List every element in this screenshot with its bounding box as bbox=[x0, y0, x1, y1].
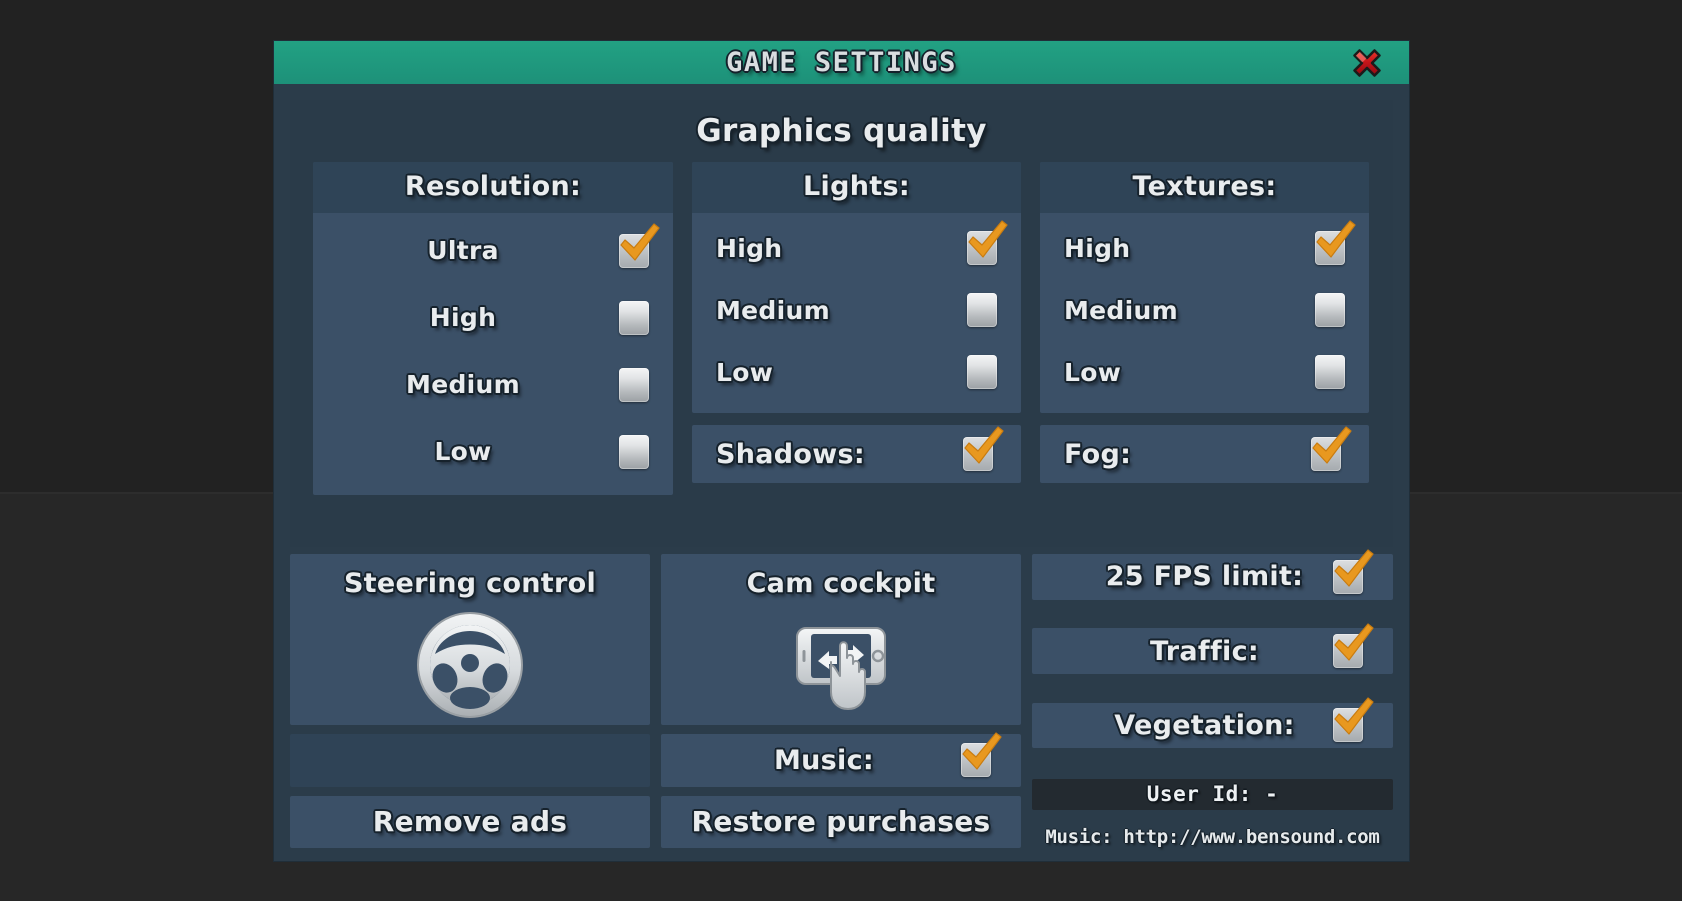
checkbox-box bbox=[1315, 355, 1345, 389]
textures-panel: Textures: High Medium Low bbox=[1040, 162, 1369, 413]
checkbox-box bbox=[967, 231, 997, 265]
textures-options: High Medium Low bbox=[1040, 213, 1369, 413]
resolution-option-low[interactable]: Low bbox=[313, 418, 673, 485]
resolution-header: Resolution: bbox=[313, 162, 673, 213]
resolution-option-label: Ultra bbox=[427, 236, 499, 265]
textures-low-checkbox[interactable] bbox=[1315, 352, 1349, 392]
lights-medium-checkbox[interactable] bbox=[967, 290, 1001, 330]
checkbox-box bbox=[963, 437, 993, 471]
checkbox-box bbox=[1311, 437, 1341, 471]
music-credit: Music: http://www.bensound.com bbox=[1045, 826, 1380, 848]
lights-option-medium[interactable]: Medium bbox=[692, 279, 1021, 341]
cam-cockpit-title: Cam cockpit bbox=[746, 568, 936, 599]
checkbox-box bbox=[619, 233, 649, 268]
lights-option-low[interactable]: Low bbox=[692, 341, 1021, 403]
user-id-box: User Id: - bbox=[1032, 778, 1393, 810]
textures-option-label: Low bbox=[1064, 357, 1122, 387]
lower-controls-section: Steering control Remove ads Cam cockpit … bbox=[290, 549, 1393, 848]
graphics-quality-section: Graphics quality Resolution: Ultra High … bbox=[290, 100, 1393, 547]
vegetation-label: Vegetation: bbox=[1114, 709, 1295, 741]
checkbox-box bbox=[619, 434, 649, 469]
textures-option-label: High bbox=[1064, 233, 1131, 263]
fps-limit-checkbox[interactable] bbox=[1333, 549, 1374, 597]
empty-tile bbox=[290, 734, 650, 787]
music-checkbox[interactable] bbox=[961, 732, 1002, 780]
resolution-ultra-checkbox[interactable] bbox=[619, 222, 660, 271]
checkbox-box bbox=[967, 355, 997, 389]
textures-option-high[interactable]: High bbox=[1040, 217, 1369, 279]
resolution-option-label: Low bbox=[434, 437, 492, 466]
lights-low-checkbox[interactable] bbox=[967, 352, 1001, 392]
resolution-panel: Resolution: Ultra High Medium Low bbox=[313, 162, 673, 495]
phone-swipe-icon bbox=[661, 606, 1021, 714]
checkbox-box bbox=[1333, 708, 1363, 743]
checkbox-box bbox=[1315, 231, 1345, 265]
lights-column: Lights: High Medium Low Shadows: bbox=[692, 162, 1021, 495]
textures-option-label: Medium bbox=[1064, 295, 1178, 325]
resolution-option-ultra[interactable]: Ultra bbox=[313, 217, 673, 284]
lights-header: Lights: bbox=[692, 162, 1021, 213]
resolution-low-checkbox[interactable] bbox=[619, 432, 653, 472]
textures-option-medium[interactable]: Medium bbox=[1040, 279, 1369, 341]
vegetation-checkbox[interactable] bbox=[1333, 697, 1374, 745]
steering-control-title: Steering control bbox=[343, 568, 597, 599]
traffic-checkbox[interactable] bbox=[1333, 623, 1374, 671]
textures-header: Textures: bbox=[1040, 162, 1369, 213]
checkbox-box bbox=[1333, 634, 1363, 669]
resolution-option-medium[interactable]: Medium bbox=[313, 351, 673, 418]
fps-limit-row[interactable]: 25 FPS limit: bbox=[1032, 549, 1393, 600]
resolution-high-checkbox[interactable] bbox=[619, 298, 653, 338]
textures-option-low[interactable]: Low bbox=[1040, 341, 1369, 403]
user-id-value: User Id: - bbox=[1146, 782, 1279, 807]
fog-row[interactable]: Fog: bbox=[1040, 425, 1369, 483]
checkbox-box bbox=[1315, 293, 1345, 327]
fps-limit-label: 25 FPS limit: bbox=[1105, 561, 1304, 593]
checkbox-box bbox=[1333, 559, 1363, 594]
restore-purchases-button[interactable]: Restore purchases bbox=[661, 795, 1021, 848]
cam-cockpit-tile[interactable]: Cam cockpit bbox=[661, 554, 1021, 726]
steering-control-tile[interactable]: Steering control bbox=[290, 554, 650, 726]
shadows-checkbox[interactable] bbox=[963, 426, 1004, 474]
camera-column: Cam cockpit Music: Restore purchases bbox=[661, 554, 1021, 848]
textures-medium-checkbox[interactable] bbox=[1315, 290, 1349, 330]
vegetation-row[interactable]: Vegetation: bbox=[1032, 697, 1393, 749]
textures-high-checkbox[interactable] bbox=[1315, 220, 1356, 268]
textures-column: Textures: High Medium Low Fog: bbox=[1040, 162, 1369, 495]
graphics-columns: Resolution: Ultra High Medium Low Lights… bbox=[313, 162, 1370, 495]
lights-option-label: High bbox=[716, 233, 783, 263]
resolution-option-label: High bbox=[429, 303, 497, 332]
game-settings-dialog: GAME SETTINGS Graphics quality Resolutio… bbox=[274, 41, 1409, 861]
page-title: GAME SETTINGS bbox=[726, 47, 957, 78]
checkbox-box bbox=[619, 300, 649, 335]
resolution-options: Ultra High Medium Low bbox=[313, 213, 673, 495]
lights-option-label: Medium bbox=[716, 295, 830, 325]
toggles-column: 25 FPS limit: Traffic: Vegetation: User … bbox=[1032, 549, 1393, 848]
lights-option-high[interactable]: High bbox=[692, 217, 1021, 279]
fog-checkbox[interactable] bbox=[1311, 426, 1352, 474]
lights-high-checkbox[interactable] bbox=[967, 220, 1008, 268]
music-row[interactable]: Music: bbox=[661, 732, 1021, 787]
lights-options: High Medium Low bbox=[692, 213, 1021, 413]
traffic-label: Traffic: bbox=[1150, 635, 1259, 667]
close-icon[interactable] bbox=[1345, 41, 1389, 85]
lights-panel: Lights: High Medium Low bbox=[692, 162, 1021, 413]
graphics-quality-title: Graphics quality bbox=[696, 113, 987, 149]
remove-ads-button[interactable]: Remove ads bbox=[290, 795, 650, 848]
steering-wheel-icon bbox=[290, 606, 650, 724]
resolution-medium-checkbox[interactable] bbox=[619, 365, 653, 405]
resolution-option-label: Medium bbox=[406, 370, 520, 399]
checkbox-box bbox=[961, 743, 991, 778]
lights-option-label: Low bbox=[716, 357, 774, 387]
traffic-row[interactable]: Traffic: bbox=[1032, 623, 1393, 674]
resolution-option-high[interactable]: High bbox=[313, 284, 673, 351]
music-label: Music: bbox=[773, 744, 875, 776]
resolution-column: Resolution: Ultra High Medium Low bbox=[313, 162, 673, 495]
shadows-row[interactable]: Shadows: bbox=[692, 425, 1021, 483]
steering-column: Steering control Remove ads bbox=[290, 554, 650, 848]
checkbox-box bbox=[967, 293, 997, 327]
shadows-label: Shadows: bbox=[716, 438, 865, 470]
fog-label: Fog: bbox=[1064, 438, 1132, 470]
checkbox-box bbox=[619, 367, 649, 402]
dialog-titlebar: GAME SETTINGS bbox=[274, 41, 1409, 84]
